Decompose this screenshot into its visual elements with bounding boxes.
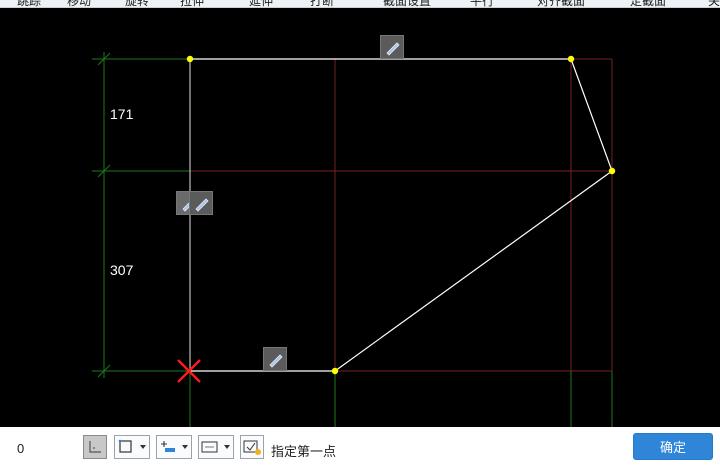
display-dropdown[interactable] <box>198 435 234 459</box>
dimension-label-top: 171 <box>110 106 134 122</box>
move-icon <box>52 0 64 7</box>
section-outline <box>189 58 613 372</box>
coordinate-value[interactable]: 0 <box>17 441 24 456</box>
chevron-down-icon <box>224 445 230 449</box>
toolbar-item-section[interactable]: 截面设置 <box>368 0 431 7</box>
display-icon <box>201 441 218 453</box>
outline-edge <box>570 58 613 172</box>
drawing-svg <box>92 52 616 427</box>
edge-edit-handle[interactable] <box>380 35 404 59</box>
break-icon <box>295 0 307 7</box>
dimension-label-bottom: 307 <box>110 262 134 278</box>
pencil-icon <box>386 42 400 56</box>
pencil-icon <box>195 198 209 212</box>
toolbar-item-close[interactable]: 关 <box>693 0 720 7</box>
red-grid <box>190 58 613 372</box>
toolbar-item-set-section[interactable]: 定截面 <box>615 0 666 7</box>
stretch-icon <box>165 0 177 7</box>
outline-edge <box>334 170 613 372</box>
parallel-icon <box>455 0 467 7</box>
toolbar-item-align[interactable]: 对齐截面 <box>522 0 585 7</box>
chevron-down-icon <box>140 445 146 449</box>
ortho-icon <box>89 441 101 453</box>
align-icon <box>522 0 534 7</box>
rotate-icon <box>110 0 122 7</box>
vertex-point[interactable] <box>331 367 339 375</box>
command-prompt: 指定第一点 <box>271 444 337 459</box>
chevron-down-icon <box>182 445 188 449</box>
close-icon <box>693 0 705 7</box>
section-icon <box>368 0 380 7</box>
toolbar-item-stretch[interactable]: 拉伸 <box>165 0 204 7</box>
pick-icon <box>2 0 14 7</box>
toolbar-item-move[interactable]: 移动 <box>52 0 91 7</box>
edge-edit-handle[interactable] <box>263 347 287 371</box>
pencil-icon <box>269 354 283 368</box>
confirm-button[interactable]: 确定 <box>633 433 713 460</box>
vertex-point[interactable] <box>608 167 616 175</box>
top-toolbar: 跳踪 移动 旋转 拉伸 延伸 打断 截面设置 平行 对齐截面 定截面 关 <box>0 0 720 8</box>
toolbar-item-pick[interactable]: 跳踪 <box>2 0 41 7</box>
snap-settings-button[interactable] <box>240 435 264 459</box>
toolbar-item-parallel[interactable]: 平行 <box>455 0 494 7</box>
toolbar-item-rotate[interactable]: 旋转 <box>110 0 149 7</box>
offset-dropdown[interactable] <box>156 435 192 459</box>
vertex-point[interactable] <box>567 55 575 63</box>
set-section-icon <box>615 0 627 7</box>
snap-settings-icon <box>243 440 261 455</box>
extend-icon <box>234 0 246 7</box>
vertex-point[interactable] <box>186 55 194 63</box>
offset-icon <box>161 441 175 452</box>
draw-rect-dropdown[interactable] <box>114 435 150 459</box>
toolbar-item-break[interactable]: 打断 <box>295 0 334 7</box>
status-bar: 0 指定第一点 确定 <box>0 427 720 469</box>
ortho-toggle-button[interactable] <box>83 435 107 459</box>
toolbar-item-extend[interactable]: 延伸 <box>234 0 273 7</box>
edge-edit-handle[interactable] <box>189 191 213 215</box>
rectangle-icon <box>118 439 132 453</box>
drawing-canvas[interactable]: 171 307 <box>0 8 720 427</box>
